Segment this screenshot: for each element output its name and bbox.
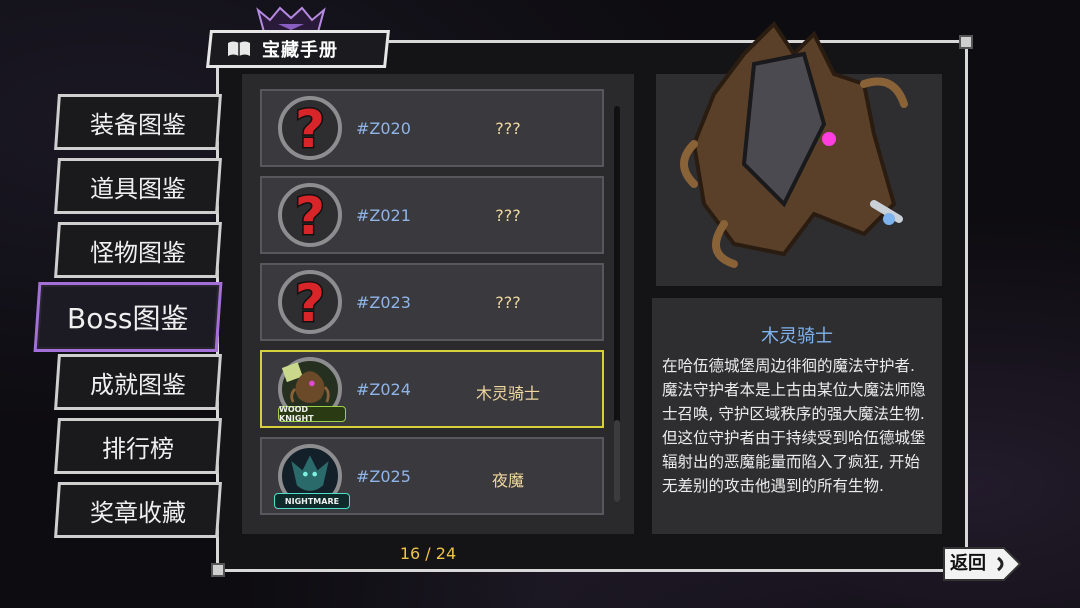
boss-id: #Z023 xyxy=(356,293,411,312)
sidebar-item-label: 排行榜 xyxy=(102,434,174,463)
sidebar-item-label: 道具图鉴 xyxy=(90,174,186,203)
boss-name: 夜魔 xyxy=(491,471,524,490)
locked-badge: ? xyxy=(278,96,342,160)
nightmare-logo: NIGHTMARE xyxy=(274,493,350,509)
boss-name: ??? xyxy=(495,119,521,138)
boss-list-row-selected[interactable]: WOOD KNIGHT #Z024 木灵骑士 xyxy=(260,350,604,428)
title-bar: 宝藏手册 xyxy=(218,30,396,68)
sidebar-item-monsters[interactable]: 怪物图鉴 xyxy=(54,222,222,278)
book-icon xyxy=(228,41,250,56)
page-counter: 16 / 24 xyxy=(399,544,457,563)
frame-corner xyxy=(211,563,225,577)
boss-id: #Z021 xyxy=(356,206,411,225)
wood-knight-logo: WOOD KNIGHT xyxy=(278,405,346,423)
question-mark-icon: ? xyxy=(293,190,326,240)
boss-name: ??? xyxy=(495,293,521,312)
boss-list-row[interactable]: ? #Z020 ??? xyxy=(260,89,604,167)
boss-list-row[interactable]: ? #Z021 ??? xyxy=(260,176,604,254)
frame-corner xyxy=(959,35,973,49)
sidebar-item-achievements[interactable]: 成就图鉴 xyxy=(54,354,222,410)
boss-name: 木灵骑士 xyxy=(475,384,540,403)
sidebar-item-label: 奖章收藏 xyxy=(90,498,186,527)
boss-list-row[interactable]: ? #Z023 ??? xyxy=(260,263,604,341)
sidebar-item-leaderboard[interactable]: 排行榜 xyxy=(54,418,222,474)
question-mark-icon: ? xyxy=(293,103,326,153)
sidebar-item-items[interactable]: 道具图鉴 xyxy=(54,158,222,214)
list-scrollbar-thumb[interactable] xyxy=(614,420,620,502)
svg-text:?: ? xyxy=(295,190,325,240)
boss-list-row[interactable]: NIGHTMARE #Z025 夜魔 xyxy=(260,437,604,515)
sidebar-item-boss[interactable]: Boss图鉴 xyxy=(33,282,223,352)
sidebar-item-label: 怪物图鉴 xyxy=(90,238,186,267)
boss-name: ??? xyxy=(495,206,521,225)
boss-id: #Z025 xyxy=(356,467,411,486)
sidebar-item-label: 成就图鉴 xyxy=(90,370,186,399)
boss-id: #Z020 xyxy=(356,119,411,138)
wood-knight-art xyxy=(680,20,908,268)
back-button[interactable]: 返回 xyxy=(950,549,986,575)
boss-id: #Z024 xyxy=(356,380,411,399)
sidebar-item-label: 装备图鉴 xyxy=(90,110,186,139)
locked-badge: ? xyxy=(278,183,342,247)
sidebar-item-equipment[interactable]: 装备图鉴 xyxy=(54,94,222,150)
page-title: 宝藏手册 xyxy=(262,40,338,61)
boss-description: 在哈伍德城堡周边徘徊的魔法守护者. 魔法守护者本是上古由某位大魔法师隐士召唤, … xyxy=(662,357,926,495)
sidebar-item-label: Boss图鉴 xyxy=(67,302,189,335)
boss-detail-name: 木灵骑士 xyxy=(761,326,833,347)
svg-text:?: ? xyxy=(295,103,325,153)
question-mark-icon: ? xyxy=(293,277,326,327)
locked-badge: ? xyxy=(278,270,342,334)
sidebar-item-medals[interactable]: 奖章收藏 xyxy=(54,482,222,538)
svg-text:?: ? xyxy=(295,277,325,327)
